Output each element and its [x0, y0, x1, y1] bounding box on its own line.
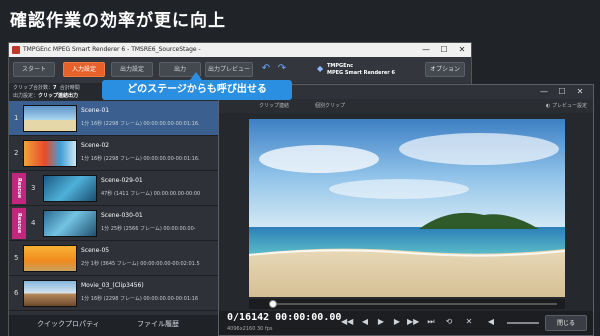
- preview-settings-button[interactable]: ◐ プレビュー設定: [546, 99, 587, 113]
- tab-file-history[interactable]: ファイル履歴: [137, 319, 179, 329]
- clip-row[interactable]: Rescue 4 Scene-030-01 1分 25秒 (2566 フレーム)…: [9, 206, 219, 241]
- clip-thumbnail: [23, 140, 77, 167]
- close-preview-button[interactable]: 閉じる: [545, 315, 587, 331]
- concat-clip-toggle[interactable]: クリップ連結: [259, 99, 289, 113]
- beach-scene-image: [249, 119, 565, 297]
- volume-slider[interactable]: [507, 322, 539, 324]
- clip-info: 2分 1秒 (3645 フレーム) 00:00:00.00-00:02:01.5: [81, 261, 200, 267]
- tab-output-settings[interactable]: 出力設定: [111, 62, 153, 77]
- clip-row[interactable]: 2 Scene-02 1分 16秒 (2298 フレーム) 00:00:00.0…: [9, 136, 219, 171]
- clip-name: Scene-030-01: [101, 212, 143, 219]
- undo-icon[interactable]: ↶: [259, 62, 273, 76]
- clip-name: Movie_03_(Clip3456): [81, 282, 144, 289]
- clip-name: Scene-01: [81, 107, 110, 114]
- bottom-tabs: クイックプロパティ ファイル履歴: [9, 315, 219, 336]
- app-icon: [12, 46, 20, 54]
- rescue-badge: Rescue: [12, 208, 26, 239]
- clip-thumbnail: [23, 105, 77, 132]
- clip-name: Scene-02: [81, 142, 110, 149]
- clip-thumbnail: [23, 245, 77, 272]
- seek-handle[interactable]: [269, 300, 277, 308]
- clip-name: Scene-05: [81, 247, 110, 254]
- clip-index: 6: [14, 289, 19, 297]
- play-icon[interactable]: ▶: [375, 317, 387, 326]
- clip-index: 4: [31, 219, 36, 227]
- preview-window: — ☐ ✕ クリップ連結 個別クリップ ◐ プレビュー設定 0/16142 00…: [218, 84, 594, 336]
- window-title: TMPGEnc MPEG Smart Renderer 6 - TMSRE6_S…: [23, 46, 201, 53]
- clip-row[interactable]: 1 Scene-01 1分 16秒 (2298 フレーム) 00:00:00.0…: [9, 101, 219, 136]
- clip-row[interactable]: 5 Scene-05 2分 1秒 (3645 フレーム) 00:00:00.00…: [9, 241, 219, 276]
- clip-thumbnail: [23, 280, 77, 307]
- seek-track: [273, 303, 557, 305]
- clip-info: 1分 16秒 (2298 フレーム) 00:00:00.00-00:01:16: [81, 296, 199, 302]
- preview-minimize-button[interactable]: —: [535, 85, 553, 99]
- next-cut-icon[interactable]: ▶▶: [407, 317, 419, 326]
- mute-icon[interactable]: ✕: [463, 317, 475, 326]
- clip-info: 1分 16秒 (2298 フレーム) 00:00:00.00-00:01:16.: [81, 156, 200, 162]
- tab-quick-property[interactable]: クイックプロパティ: [37, 319, 100, 329]
- clip-list: 1 Scene-01 1分 16秒 (2298 フレーム) 00:00:00.0…: [9, 101, 219, 315]
- callout-bubble: どのステージからも呼び出せる: [102, 80, 292, 100]
- clip-index: 5: [14, 254, 19, 262]
- preview-close-button[interactable]: ✕: [571, 85, 589, 99]
- preview-maximize-button[interactable]: ☐: [553, 85, 571, 99]
- window-titlebar: TMPGEnc MPEG Smart Renderer 6 - TMSRE6_S…: [9, 43, 471, 57]
- option-button[interactable]: オプション: [425, 62, 465, 77]
- clip-row[interactable]: Rescue 3 Scene-029-01 47秒 (1411 フレーム) 00…: [9, 171, 219, 206]
- minimize-button[interactable]: —: [417, 43, 435, 57]
- step-forward-icon[interactable]: ▶: [391, 317, 403, 326]
- video-spec: 4096x2160 30 fps: [227, 326, 273, 332]
- clip-index: 3: [31, 184, 36, 192]
- brand-name: TMPGEnc MPEG Smart Renderer 6: [327, 63, 395, 76]
- video-preview: [249, 119, 565, 297]
- maximize-button[interactable]: ☐: [435, 43, 453, 57]
- callout-pointer: [190, 72, 202, 80]
- clip-info: 47秒 (1411 フレーム) 00:00:00.00-00:00: [101, 191, 201, 197]
- clip-row[interactable]: 6 Movie_03_(Clip3456) 1分 16秒 (2298 フレーム)…: [9, 276, 219, 311]
- jump-end-icon[interactable]: ⏭: [425, 317, 437, 327]
- tab-output-preview[interactable]: 出力プレビュー: [205, 62, 253, 77]
- rescue-badge: Rescue: [12, 173, 26, 204]
- step-back-icon[interactable]: ◀: [359, 317, 371, 326]
- tab-start[interactable]: スタート: [13, 62, 55, 77]
- volume-icon[interactable]: ◀: [485, 317, 497, 326]
- clip-index: 1: [14, 114, 19, 122]
- close-button[interactable]: ✕: [453, 43, 471, 57]
- prev-cut-icon[interactable]: ◀◀: [341, 317, 353, 326]
- redo-icon[interactable]: ↷: [275, 62, 289, 76]
- clip-index: 2: [14, 149, 19, 157]
- single-clip-toggle[interactable]: 個別クリップ: [315, 99, 345, 113]
- timecode-display: 0/16142 00:00:00.00: [227, 312, 342, 323]
- clip-name: Scene-029-01: [101, 177, 143, 184]
- loop-icon[interactable]: ⟲: [443, 317, 455, 326]
- clip-thumbnail: [43, 175, 97, 202]
- clip-info: 1分 25秒 (2566 フレーム) 00:00:00.00-: [101, 226, 196, 232]
- clip-thumbnail: [43, 210, 97, 237]
- clip-info: 1分 16秒 (2298 フレーム) 00:00:00.00-00:01:16.: [81, 121, 200, 127]
- playback-controls: 0/16142 00:00:00.00 4096x2160 30 fps ◀◀ …: [219, 311, 593, 335]
- page-headline: 確認作業の効率が更に向上: [10, 11, 226, 31]
- seek-bar[interactable]: [249, 299, 565, 309]
- preview-toolbar: クリップ連結 個別クリップ ◐ プレビュー設定: [219, 99, 593, 113]
- brand-logo-icon: ◆: [317, 64, 324, 73]
- tab-input-settings[interactable]: 入力設定: [63, 62, 105, 77]
